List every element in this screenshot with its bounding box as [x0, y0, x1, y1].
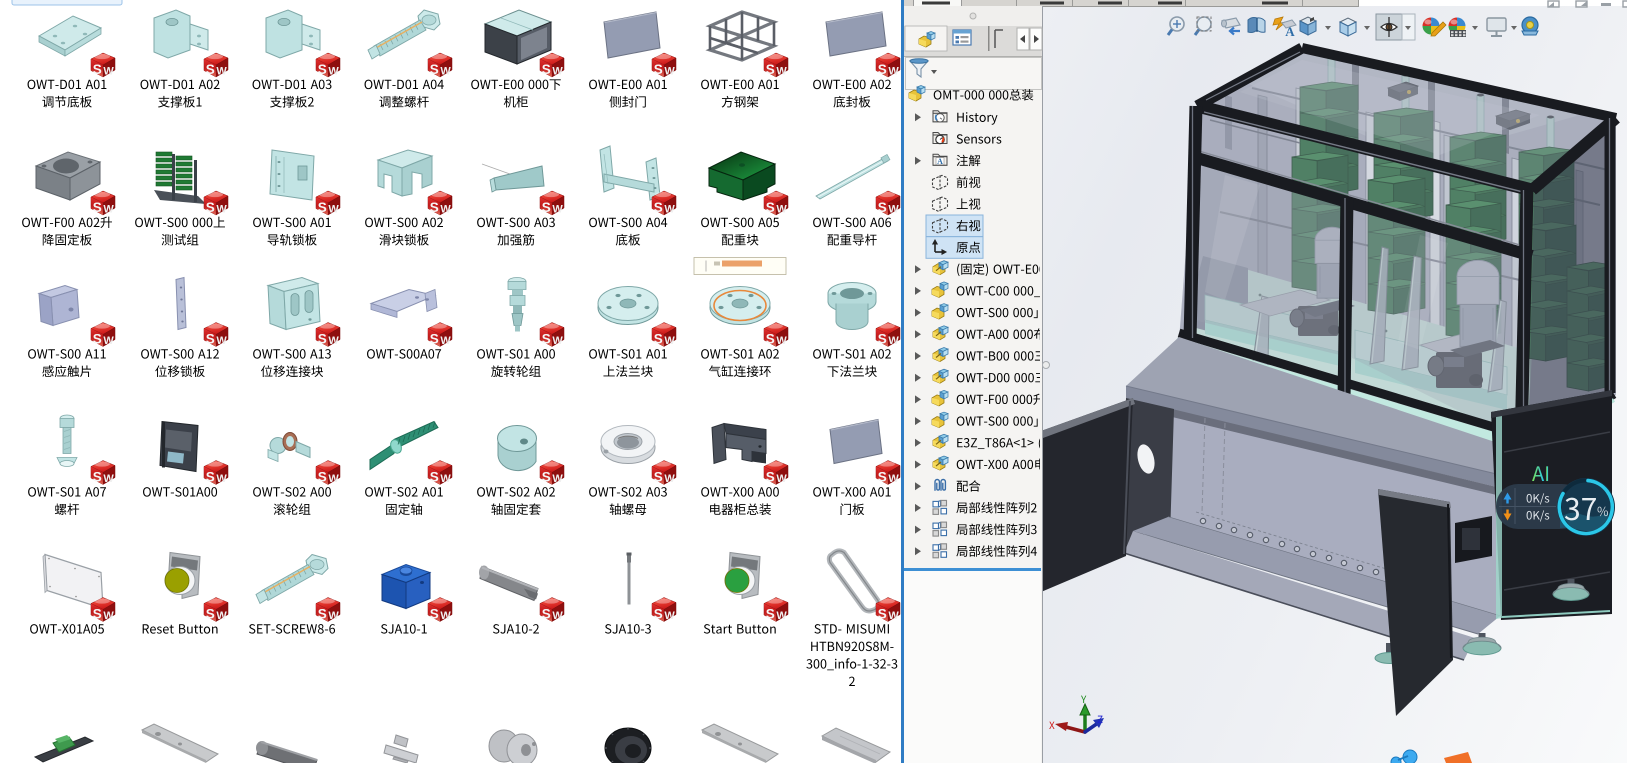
svg-text:W: W [776, 473, 787, 485]
svg-text:S: S [430, 332, 439, 347]
svg-text:S: S [206, 62, 215, 77]
svg-text:W: W [888, 204, 899, 216]
svg-text:W: W [103, 66, 114, 78]
svg-text:W: W [888, 610, 899, 622]
svg-text:W: W [328, 204, 339, 216]
svg-text:S: S [878, 200, 887, 215]
svg-text:W: W [440, 66, 451, 78]
svg-text:W: W [552, 335, 563, 347]
svg-text:S: S [654, 607, 663, 622]
svg-text:W: W [552, 610, 563, 622]
svg-text:W: W [440, 335, 451, 347]
svg-text:S: S [318, 332, 327, 347]
svg-text:S: S [430, 470, 439, 485]
svg-text:W: W [776, 204, 787, 216]
svg-text:S: S [93, 332, 102, 347]
svg-text:S: S [206, 332, 215, 347]
svg-text:S: S [318, 607, 327, 622]
svg-text:S: S [542, 607, 551, 622]
svg-text:W: W [888, 473, 899, 485]
svg-text:W: W [216, 66, 227, 78]
svg-text:S: S [206, 470, 215, 485]
svg-text:W: W [216, 473, 227, 485]
svg-text:S: S [93, 200, 102, 215]
svg-text:W: W [664, 610, 675, 622]
svg-text:S: S [766, 470, 775, 485]
svg-text:S: S [542, 332, 551, 347]
svg-text:S: S [766, 200, 775, 215]
svg-text:S: S [766, 607, 775, 622]
svg-text:W: W [888, 335, 899, 347]
svg-text:S: S [430, 200, 439, 215]
svg-text:W: W [328, 610, 339, 622]
svg-text:S: S [93, 470, 102, 485]
svg-text:W: W [664, 204, 675, 216]
svg-text:S: S [318, 62, 327, 77]
svg-text:S: S [654, 332, 663, 347]
svg-text:W: W [440, 204, 451, 216]
svg-text:W: W [776, 610, 787, 622]
svg-text:W: W [216, 204, 227, 216]
svg-text:S: S [878, 607, 887, 622]
svg-text:W: W [103, 610, 114, 622]
svg-text:S: S [206, 200, 215, 215]
svg-text:W: W [440, 473, 451, 485]
svg-text:W: W [552, 204, 563, 216]
svg-text:W: W [664, 473, 675, 485]
svg-text:W: W [552, 473, 563, 485]
svg-text:S: S [542, 470, 551, 485]
svg-text:S: S [654, 200, 663, 215]
svg-text:W: W [888, 66, 899, 78]
svg-text:W: W [328, 66, 339, 78]
svg-text:S: S [206, 607, 215, 622]
svg-text:W: W [103, 473, 114, 485]
svg-text:S: S [93, 62, 102, 77]
svg-text:S: S [542, 200, 551, 215]
svg-text:S: S [654, 62, 663, 77]
svg-text:W: W [103, 335, 114, 347]
svg-text:W: W [776, 335, 787, 347]
svg-text:W: W [103, 204, 114, 216]
svg-text:W: W [216, 610, 227, 622]
svg-text:S: S [878, 62, 887, 77]
svg-text:W: W [328, 473, 339, 485]
svg-text:W: W [552, 66, 563, 78]
svg-text:S: S [93, 607, 102, 622]
svg-text:W: W [440, 610, 451, 622]
svg-text:S: S [766, 62, 775, 77]
svg-text:W: W [328, 335, 339, 347]
svg-text:S: S [430, 62, 439, 77]
svg-text:S: S [766, 332, 775, 347]
svg-text:S: S [318, 470, 327, 485]
svg-text:W: W [664, 66, 675, 78]
svg-text:S: S [430, 607, 439, 622]
svg-text:S: S [878, 332, 887, 347]
svg-text:S: S [542, 62, 551, 77]
svg-text:S: S [654, 470, 663, 485]
svg-text:W: W [776, 66, 787, 78]
svg-text:S: S [318, 200, 327, 215]
svg-text:W: W [664, 335, 675, 347]
svg-text:W: W [216, 335, 227, 347]
svg-text:S: S [878, 470, 887, 485]
